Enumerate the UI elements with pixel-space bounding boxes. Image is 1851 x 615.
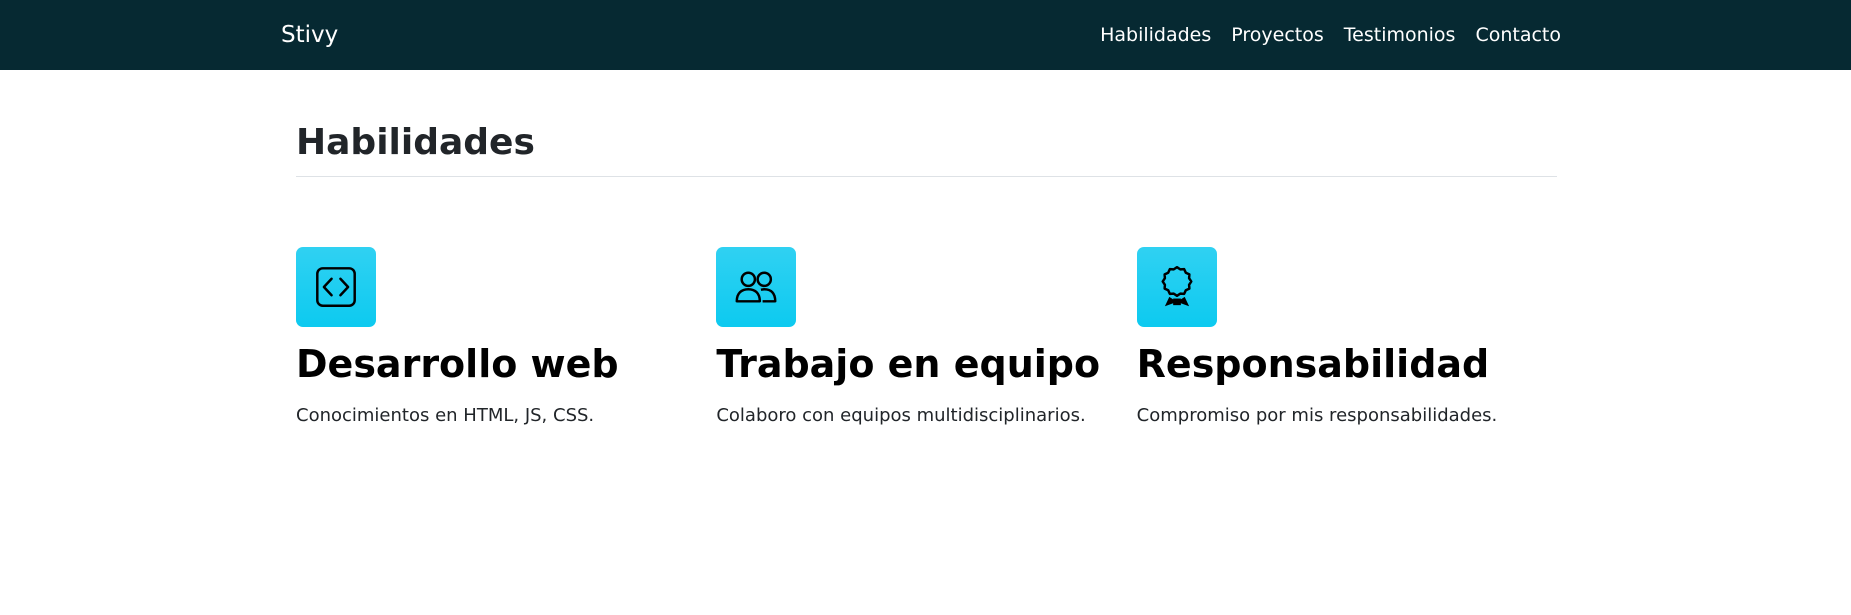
feature-text: Conocimientos en HTML, JS, CSS.: [296, 405, 595, 426]
feature-title: Desarrollo web: [296, 342, 619, 386]
feature-icon-box: [716, 247, 797, 327]
feature-text: Colaboro con equipos multidisciplinarios…: [716, 405, 1086, 426]
nav-link-testimonios[interactable]: Testimonios: [1344, 22, 1456, 48]
nav-links: Habilidades Proyectos Testimonios Contac…: [1100, 22, 1561, 48]
feature-title: Responsabilidad: [1136, 342, 1490, 386]
feature-icon-box: [296, 247, 376, 327]
skills-section: Habilidades Desarrollo web Conocimientos…: [296, 70, 1557, 429]
feature-responsibility: Responsabilidad Compromiso por mis respo…: [1136, 247, 1557, 429]
code-square-icon: [316, 267, 356, 307]
feature-title: Trabajo en equipo: [716, 342, 1101, 386]
people-icon: [735, 271, 777, 303]
nav-link-contacto[interactable]: Contacto: [1475, 22, 1561, 48]
brand-link[interactable]: Stivy: [281, 20, 338, 50]
feature-web-development: Desarrollo web Conocimientos en HTML, JS…: [296, 247, 716, 429]
section-title: Habilidades: [296, 122, 535, 163]
feature-teamwork: Trabajo en equipo Colaboro con equipos m…: [716, 247, 1136, 429]
nav-link-habilidades[interactable]: Habilidades: [1100, 22, 1211, 48]
feature-icon-box: [1136, 247, 1217, 327]
features-row: Desarrollo web Conocimientos en HTML, JS…: [296, 247, 1557, 429]
section-divider: [296, 176, 1557, 177]
navbar: Stivy Habilidades Proyectos Testimonios …: [0, 0, 1851, 70]
nav-link-proyectos[interactable]: Proyectos: [1231, 22, 1324, 48]
award-icon: [1161, 265, 1193, 307]
feature-text: Compromiso por mis responsabilidades.: [1136, 405, 1498, 426]
